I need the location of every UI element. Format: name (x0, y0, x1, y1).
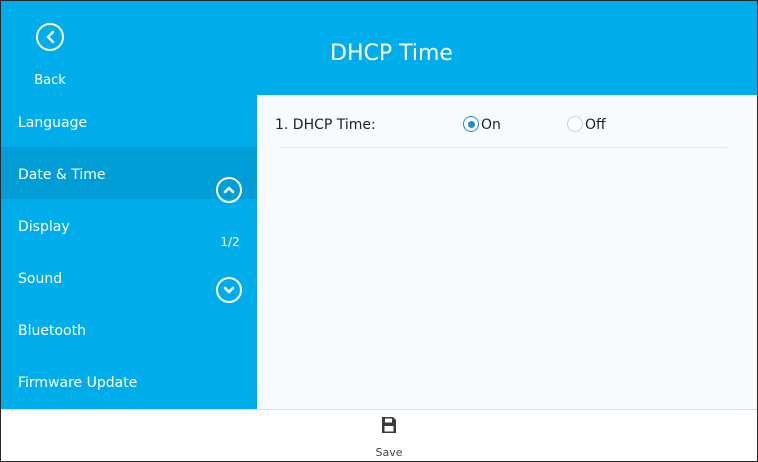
sidebar-item-label: Bluetooth (18, 323, 86, 339)
scroll-down-button[interactable] (216, 277, 242, 303)
save-button[interactable]: Save (367, 416, 411, 461)
floppy-disk-icon (382, 417, 396, 433)
radio-unchecked-icon (567, 116, 583, 132)
title-bar: Back DHCP Time (1, 1, 757, 95)
radio-checked-icon (463, 116, 479, 132)
radio-off-label: Off (585, 117, 606, 133)
softkey-bar: Save (1, 409, 757, 461)
chevron-down-icon (223, 286, 235, 294)
page-indicator: 1/2 (220, 235, 240, 249)
sidebar: Language Date & Time Display Sound Bluet… (1, 95, 257, 409)
scroll-up-button[interactable] (216, 177, 242, 203)
sidebar-item-label: Sound (18, 271, 63, 287)
chevron-up-icon (223, 186, 235, 194)
radio-on-label: On (481, 117, 501, 133)
sidebar-item-label: Language (18, 115, 88, 131)
page-title: DHCP Time (330, 41, 453, 66)
sidebar-item-firmware-update[interactable]: Firmware Update (1, 355, 257, 407)
back-label: Back (34, 73, 66, 88)
sidebar-item-bluetooth[interactable]: Bluetooth (1, 303, 257, 355)
phone-screen: Back DHCP Time Language Date & Time Disp… (0, 0, 758, 462)
sidebar-item-label: Firmware Update (18, 375, 138, 391)
sidebar-item-label: Date & Time (18, 167, 106, 183)
sidebar-item-language[interactable]: Language (1, 95, 257, 147)
sidebar-item-label: Display (18, 219, 70, 235)
row-divider (279, 147, 727, 148)
save-label: Save (375, 446, 403, 459)
settings-panel: 1. DHCP Time: On Off (257, 95, 757, 409)
dhcp-time-label: 1. DHCP Time: (275, 117, 376, 133)
